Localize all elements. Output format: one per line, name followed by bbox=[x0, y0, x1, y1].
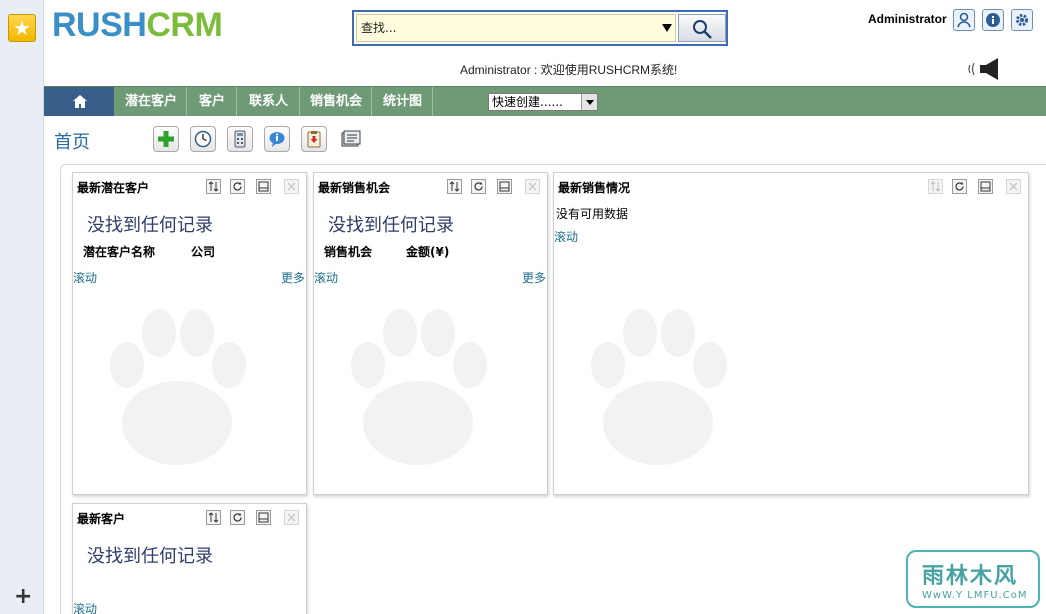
more-link[interactable]: 更多 bbox=[522, 269, 546, 286]
close-icon[interactable] bbox=[1006, 179, 1021, 194]
nav-reports[interactable]: 统计图 bbox=[373, 87, 433, 116]
welcome-message: Administrator : 欢迎使用RUSHCRM系统! bbox=[460, 63, 678, 77]
page-title: 首页 bbox=[54, 132, 90, 153]
minimize-icon[interactable] bbox=[256, 179, 271, 194]
nav-leads[interactable]: 潜在客户 bbox=[116, 87, 187, 116]
widget-title: 最新销售情况 bbox=[558, 181, 631, 195]
home-icon bbox=[73, 95, 87, 108]
column-header: 潜在客户名称 bbox=[83, 245, 156, 259]
app-logo[interactable]: RUSHCRM bbox=[52, 6, 223, 45]
sort-icon[interactable] bbox=[928, 179, 943, 194]
magnifier-icon bbox=[693, 20, 712, 39]
paw-watermark-icon bbox=[591, 309, 727, 465]
search-input[interactable]: 查找... bbox=[356, 14, 676, 42]
widget-latest-opportunities: 最新销售机会 没找到任何记录 销售机会 金额(¥) 滚动 更多 bbox=[313, 172, 548, 495]
quick-create-label: 快速创建...... bbox=[492, 95, 563, 109]
sort-icon[interactable] bbox=[206, 510, 221, 525]
dropdown-arrow-icon bbox=[581, 94, 597, 110]
clipboard-icon[interactable] bbox=[301, 126, 327, 152]
empty-message: 没找到任何记录 bbox=[87, 546, 213, 567]
close-icon[interactable] bbox=[284, 179, 299, 194]
watermark-line2: WwW.Y LMFU.CoM bbox=[922, 590, 1028, 601]
search-dropdown-icon[interactable] bbox=[662, 24, 672, 32]
minimize-icon[interactable] bbox=[256, 510, 271, 525]
sort-icon[interactable] bbox=[206, 179, 221, 194]
scroll-link[interactable]: 滚动 bbox=[73, 600, 97, 614]
refresh-icon[interactable] bbox=[471, 179, 486, 194]
empty-message: 没找到任何记录 bbox=[328, 215, 454, 236]
widget-latest-leads: 最新潜在客户 没找到任何记录 潜在客户名称 公司 滚动 更多 bbox=[72, 172, 307, 495]
add-widget-icon[interactable] bbox=[153, 126, 179, 152]
notes-icon[interactable] bbox=[338, 126, 364, 152]
site-watermark-logo: 雨林木风 WwW.Y LMFU.CoM bbox=[906, 550, 1040, 608]
widget-latest-sales: 最新销售情况 没有可用数据 滚动 bbox=[553, 172, 1029, 495]
more-link[interactable]: 更多 bbox=[281, 269, 305, 286]
close-icon[interactable] bbox=[284, 510, 299, 525]
watermark-line1: 雨林木风 bbox=[922, 564, 1019, 589]
nav-opportunities[interactable]: 销售机会 bbox=[301, 87, 372, 116]
widget-title: 最新潜在客户 bbox=[77, 181, 150, 195]
scroll-link[interactable]: 滚动 bbox=[554, 228, 578, 245]
settings-gear-icon[interactable] bbox=[1011, 9, 1033, 31]
column-header: 金额(¥) bbox=[406, 245, 450, 259]
column-header: 销售机会 bbox=[324, 245, 373, 259]
empty-message: 没找到任何记录 bbox=[87, 215, 213, 236]
no-data-message: 没有可用数据 bbox=[556, 207, 629, 221]
widget-title: 最新客户 bbox=[77, 512, 126, 526]
column-header: 公司 bbox=[191, 245, 216, 259]
calculator-icon[interactable] bbox=[227, 126, 253, 152]
main-nav: 潜在客户 客户 联系人 销售机会 统计图 快速创建...... bbox=[44, 86, 1046, 116]
nav-contacts[interactable]: 联系人 bbox=[238, 87, 300, 116]
info-icon[interactable] bbox=[982, 9, 1004, 31]
favorites-star-icon[interactable]: ★ bbox=[8, 14, 36, 42]
add-icon[interactable]: + bbox=[14, 586, 32, 608]
quick-create-select[interactable]: 快速创建...... bbox=[488, 93, 598, 111]
paw-watermark-icon bbox=[351, 309, 487, 465]
user-name[interactable]: Administrator bbox=[868, 12, 947, 26]
scroll-link[interactable]: 滚动 bbox=[314, 269, 338, 286]
clock-icon[interactable] bbox=[190, 126, 216, 152]
minimize-icon[interactable] bbox=[978, 179, 993, 194]
close-icon[interactable] bbox=[525, 179, 540, 194]
paw-watermark-icon bbox=[110, 309, 246, 465]
refresh-icon[interactable] bbox=[952, 179, 967, 194]
nav-accounts[interactable]: 客户 bbox=[188, 87, 237, 116]
user-profile-icon[interactable] bbox=[953, 9, 975, 31]
speaker-icon[interactable] bbox=[966, 56, 1004, 85]
search-box: 查找... bbox=[352, 10, 728, 46]
left-rail: ★ + bbox=[0, 0, 44, 614]
refresh-icon[interactable] bbox=[230, 179, 245, 194]
logo-rush: RUSH bbox=[52, 6, 147, 44]
minimize-icon[interactable] bbox=[497, 179, 512, 194]
home-tab[interactable] bbox=[44, 87, 114, 116]
crm-window: ★ + RUSHCRM 查找... Administrator Administ… bbox=[0, 0, 1046, 614]
widget-latest-accounts: 最新客户 没找到任何记录 滚动 bbox=[72, 503, 307, 614]
scroll-link[interactable]: 滚动 bbox=[73, 269, 97, 286]
search-button[interactable] bbox=[678, 14, 726, 42]
widget-title: 最新销售机会 bbox=[318, 181, 391, 195]
logo-crm: CRM bbox=[146, 6, 223, 44]
sort-icon[interactable] bbox=[447, 179, 462, 194]
chat-icon[interactable] bbox=[264, 126, 290, 152]
refresh-icon[interactable] bbox=[230, 510, 245, 525]
